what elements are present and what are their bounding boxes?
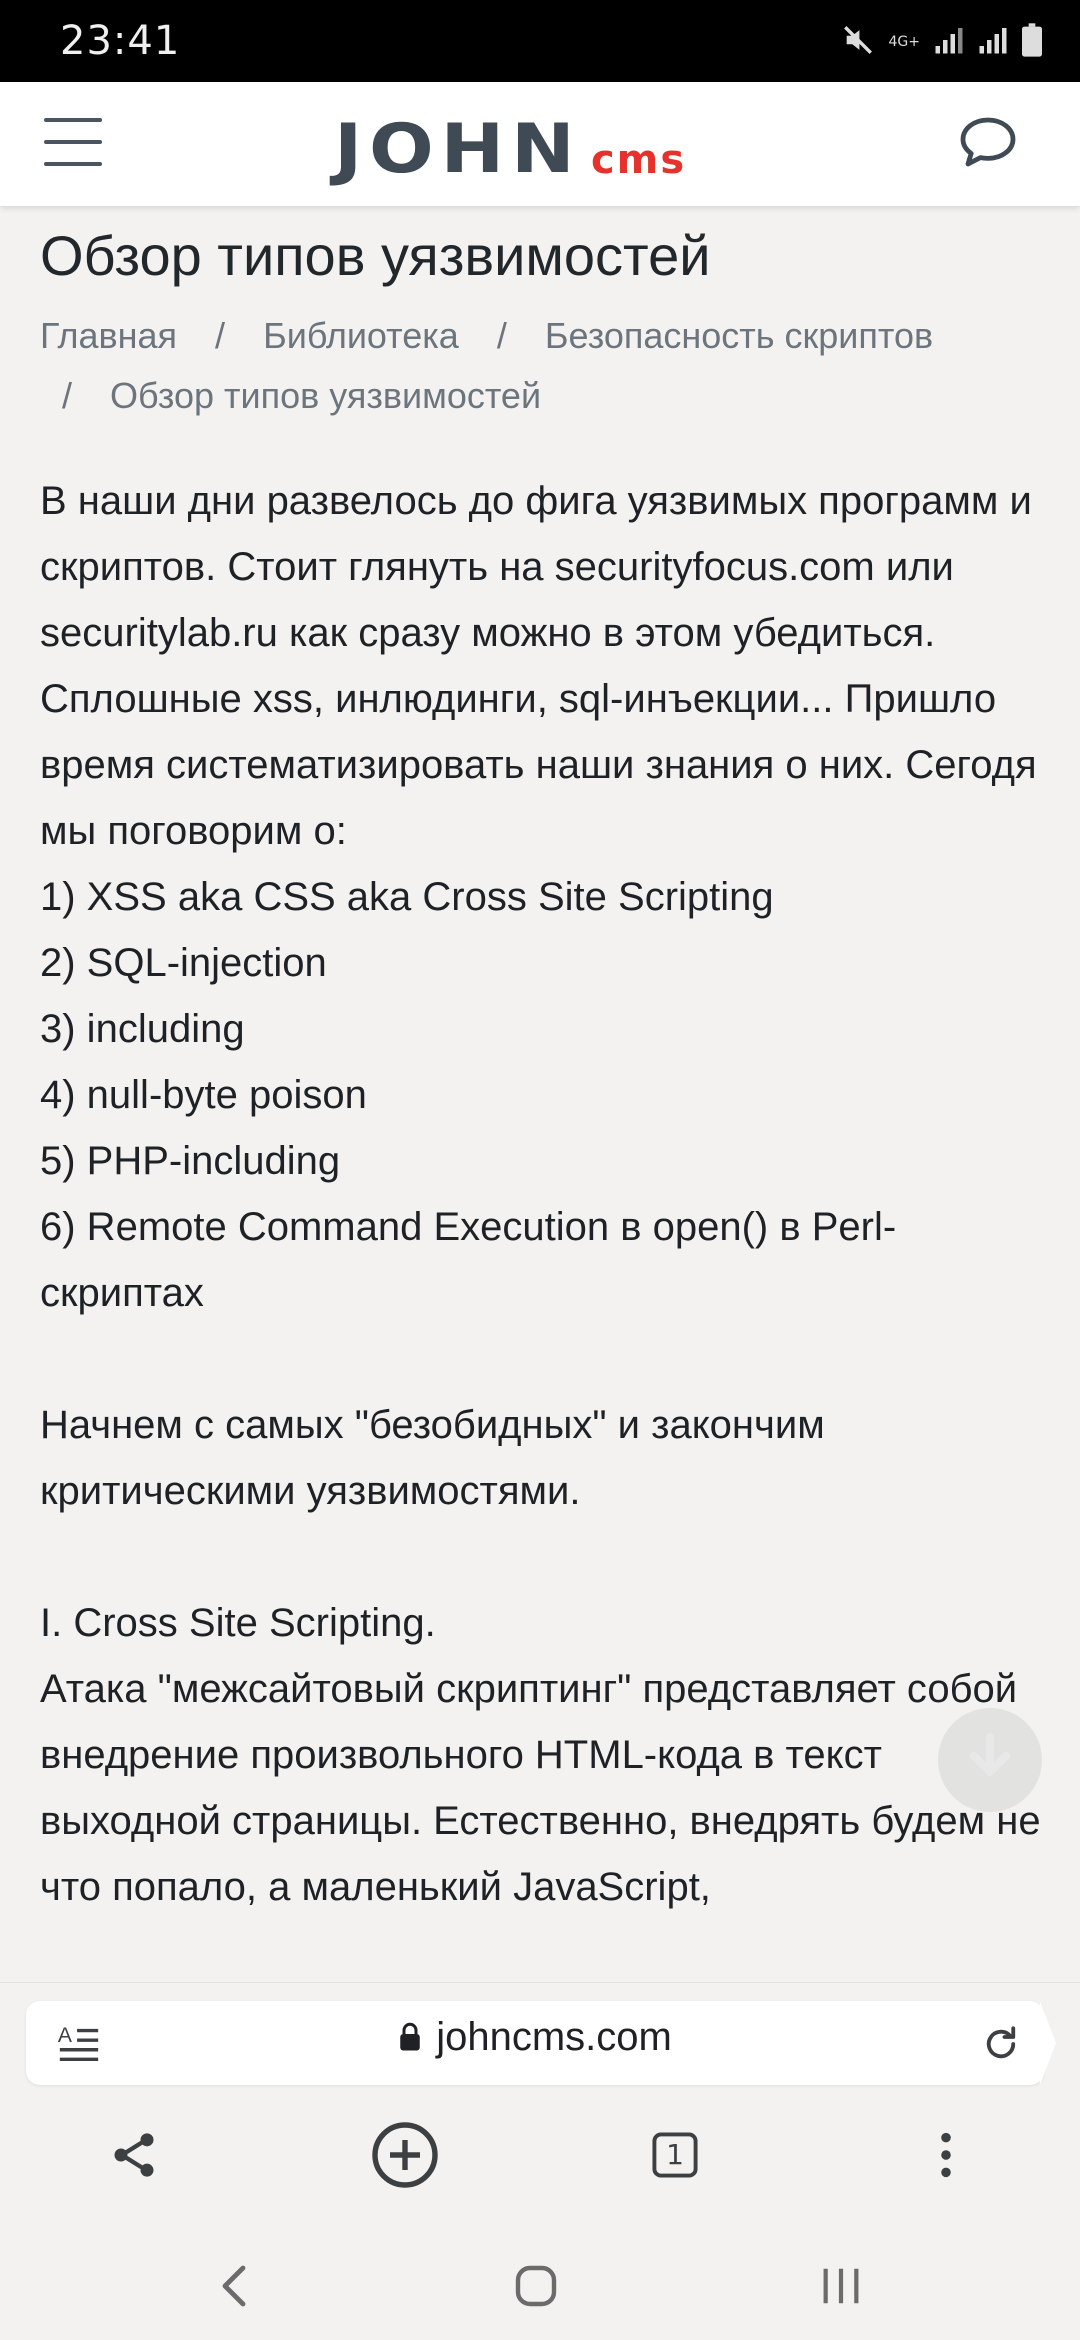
breadcrumb-script-security[interactable]: Безопасность скриптов (545, 315, 933, 356)
tab-count: 1 (666, 2138, 684, 2171)
arrow-down-icon (962, 1730, 1018, 1791)
new-tab-icon[interactable] (365, 2115, 445, 2195)
breadcrumb-library[interactable]: Библиотека (263, 315, 459, 356)
browser-toolbar: 1 (0, 2103, 1080, 2213)
article-intro: В наши дни развелось до фига уязвимых пр… (40, 479, 1037, 853)
status-icons: 4G+ (841, 22, 1042, 62)
breadcrumb-separator: / (62, 375, 73, 416)
url-text: johncms.com (436, 2015, 672, 2059)
back-icon[interactable] (200, 2254, 270, 2318)
network-type-label: 4G+ (888, 34, 921, 50)
article-paragraph: Атака "межсайтовый скриптинг" представля… (40, 1667, 1041, 1909)
article-paragraph: Начнем с самых "безобидных" и закончим к… (40, 1403, 825, 1513)
status-bar: 23:41 4G+ (0, 0, 1080, 82)
recents-icon[interactable] (806, 2254, 876, 2318)
browser-bottom-bar: A johncms.com 1 (0, 1982, 1080, 2233)
lock-icon (398, 2017, 422, 2062)
list-item: 6) Remote Command Execution в open() в P… (40, 1205, 897, 1315)
breadcrumb-separator: / (215, 315, 226, 356)
chat-bubble-icon[interactable] (956, 110, 1020, 174)
home-icon[interactable] (501, 2254, 571, 2318)
signal-icon (934, 24, 964, 61)
section-heading: I. Cross Site Scripting. (40, 1601, 436, 1645)
logo-main-text: JOHN (334, 110, 582, 189)
more-vertical-icon[interactable] (906, 2115, 986, 2195)
list-item: 4) null-byte poison (40, 1073, 367, 1117)
list-item: 2) SQL-injection (40, 941, 327, 985)
breadcrumb: Главная / Библиотека / Безопасность скри… (40, 306, 1050, 426)
tabs-icon: 1 (649, 2129, 701, 2181)
scroll-down-button[interactable] (938, 1708, 1042, 1812)
logo-sub-text: cms (590, 137, 687, 183)
main-content: Обзор типов уязвимостей Главная / Библио… (40, 220, 1050, 1920)
list-item: 3) including (40, 1007, 245, 1051)
share-icon[interactable] (94, 2115, 174, 2195)
address-bar-edge (1040, 2001, 1056, 2085)
url-display[interactable]: johncms.com (26, 2015, 1044, 2062)
mute-icon (841, 23, 875, 62)
breadcrumb-separator: / (496, 315, 507, 356)
list-item: 5) PHP-including (40, 1139, 341, 1183)
signal-icon (978, 24, 1008, 61)
tabs-button[interactable]: 1 (635, 2115, 715, 2195)
breadcrumb-home[interactable]: Главная (40, 315, 177, 356)
battery-icon (1022, 22, 1042, 62)
breadcrumb-current: Обзор типов уязвимостей (110, 375, 542, 416)
list-item: 1) XSS aka CSS aka Cross Site Scripting (40, 875, 774, 919)
site-header: JOHN cms (0, 82, 1080, 206)
site-logo[interactable]: JOHN cms (334, 110, 687, 189)
article-body: В наши дни развелось до фига уязвимых пр… (40, 468, 1050, 1920)
address-bar[interactable]: A johncms.com (26, 2001, 1044, 2085)
reload-icon[interactable] (980, 2023, 1022, 2065)
page-title: Обзор типов уязвимостей (40, 224, 711, 287)
system-nav-bar (0, 2232, 1080, 2340)
status-time: 23:41 (60, 18, 181, 64)
hamburger-icon[interactable] (44, 118, 104, 170)
